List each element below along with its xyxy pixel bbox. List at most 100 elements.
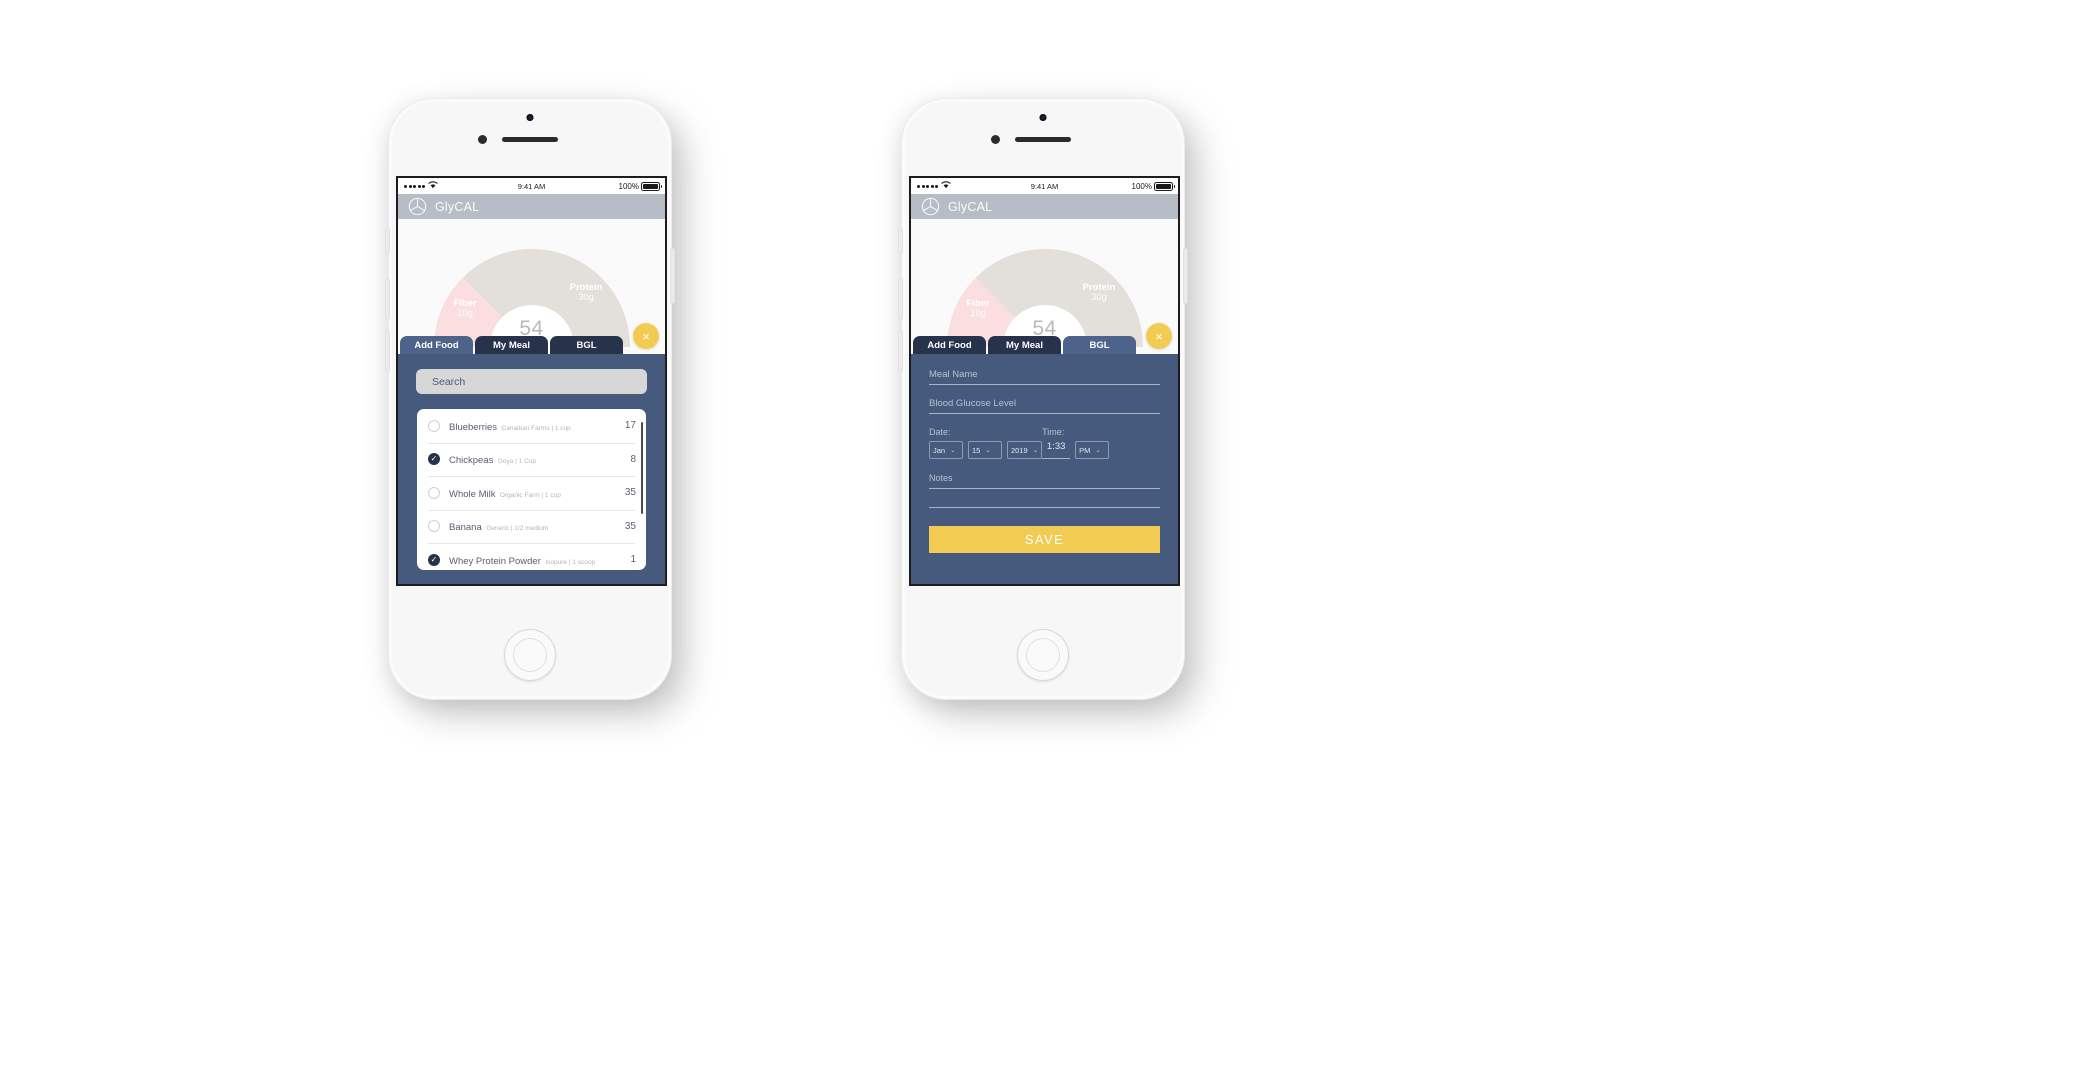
search-input[interactable]: Search xyxy=(416,369,647,394)
meridiem-select[interactable]: PM ⌄ xyxy=(1075,441,1109,459)
status-bar-left: 9:41 AM 100% xyxy=(398,178,665,194)
phone-body-right: 9:41 AM 100% GlyCAL Fiber 10g Protein 30… xyxy=(905,102,1181,696)
tab-my-meal[interactable]: My Meal xyxy=(988,336,1061,354)
notes-underline-2 xyxy=(929,507,1160,508)
front-camera-icon xyxy=(991,135,1000,144)
time-input[interactable]: 1:33 xyxy=(1042,441,1071,459)
food-name: Whole Milk xyxy=(449,488,496,500)
proximity-sensor-icon xyxy=(526,114,534,121)
macro-donut-chart-right: Fiber 10g Protein 30g 54 xyxy=(911,219,1178,354)
food-value: 35 xyxy=(624,487,636,499)
food-brand-serving: Goya | 1 Cup xyxy=(497,458,536,466)
chevron-down-icon: ⌄ xyxy=(1032,447,1039,454)
tab-add-food[interactable]: Add Food xyxy=(400,336,473,354)
notes-label: Notes xyxy=(929,473,953,483)
meridiem-value: PM xyxy=(1079,445,1091,455)
earpiece-speaker xyxy=(1015,137,1071,142)
select-checkbox[interactable] xyxy=(428,419,440,432)
year-select[interactable]: 2019 ⌄ xyxy=(1007,441,1042,459)
meal-name-underline xyxy=(929,384,1160,385)
list-item[interactable]: Whole Milk Organic Farm | 1 cup 35 xyxy=(417,476,646,510)
food-name: Chickpeas xyxy=(449,455,494,467)
notes-underline-1 xyxy=(929,488,1160,489)
battery-percent-label: 100% xyxy=(618,181,639,191)
home-button[interactable] xyxy=(1017,629,1069,681)
power-button[interactable] xyxy=(671,249,674,303)
chevron-down-icon: ⌄ xyxy=(1095,447,1101,454)
glycal-pie-logo-icon xyxy=(408,197,427,216)
food-value: 1 xyxy=(630,554,636,566)
food-name: Banana xyxy=(449,522,482,534)
chevron-down-icon: ⌄ xyxy=(985,447,991,454)
status-bar-battery: 100% xyxy=(618,181,662,191)
food-value: 35 xyxy=(624,520,636,532)
list-item[interactable]: Chickpeas Goya | 1 Cup 8 xyxy=(417,442,646,477)
bottom-panel-left: Add Food My Meal BGL × Search Blueberrie… xyxy=(398,323,665,584)
food-results-list[interactable]: Blueberries Canadian Farms | 1 cup 17 Ch… xyxy=(417,409,646,570)
macro-donut-chart-left: Fiber 10g Protein 30g 54 xyxy=(398,219,665,354)
tab-bar-right: Add Food My Meal BGL × xyxy=(911,323,1178,354)
month-value: Jan xyxy=(933,445,946,455)
meal-name-label: Meal Name xyxy=(929,369,978,380)
phone-mockup-right: 9:41 AM 100% GlyCAL Fiber 10g Protein 30… xyxy=(899,99,1187,699)
list-item[interactable]: Blueberries Canadian Farms | 1 cup 17 xyxy=(417,409,646,443)
date-group: Date: Jan ⌄ 15 ⌄ 2019 ⌄ xyxy=(929,427,1042,459)
date-label: Date: xyxy=(929,427,951,437)
food-brand-serving: Isopure | 1 scoop xyxy=(545,558,596,566)
select-checkbox[interactable] xyxy=(428,453,440,466)
volume-up-button[interactable] xyxy=(899,279,902,319)
food-name: Blueberries xyxy=(449,421,498,433)
phone-mockup-left: 9:41 AM 100% GlyCAL Fiber 10g Protein 30… xyxy=(386,99,674,699)
blood-glucose-field[interactable]: Blood Glucose Level xyxy=(929,398,1160,414)
front-camera-icon xyxy=(478,135,487,144)
glycal-pie-logo-icon xyxy=(921,197,940,216)
app-title-right: GlyCAL xyxy=(948,199,993,214)
close-x-icon[interactable]: × xyxy=(1146,323,1172,349)
home-button[interactable] xyxy=(504,629,556,681)
list-scrollbar[interactable] xyxy=(640,422,643,514)
tab-add-food[interactable]: Add Food xyxy=(913,336,986,354)
proximity-sensor-icon xyxy=(1039,114,1047,121)
food-name: Whey Protein Powder xyxy=(449,555,541,567)
app-screen-right: 9:41 AM 100% GlyCAL Fiber 10g Protein 30… xyxy=(911,178,1178,584)
bgl-form: Meal Name Blood Glucose Level Date: Jan … xyxy=(911,354,1178,553)
tab-my-meal[interactable]: My Meal xyxy=(475,336,548,354)
select-checkbox[interactable] xyxy=(428,553,440,566)
time-label: Time: xyxy=(1042,427,1065,437)
month-select[interactable]: Jan ⌄ xyxy=(929,441,963,459)
earpiece-speaker xyxy=(502,137,558,142)
save-button[interactable]: SAVE xyxy=(929,526,1160,553)
blood-glucose-label: Blood Glucose Level xyxy=(929,398,1017,409)
app-screen-left: 9:41 AM 100% GlyCAL Fiber 10g Protein 30… xyxy=(398,178,665,584)
list-item[interactable]: Banana Generic | 1/2 medium 35 xyxy=(417,509,646,544)
blood-glucose-underline xyxy=(929,413,1160,414)
tab-bgl[interactable]: BGL xyxy=(550,336,623,354)
close-x-icon[interactable]: × xyxy=(633,323,659,349)
status-bar-battery: 100% xyxy=(1131,181,1175,191)
select-checkbox[interactable] xyxy=(428,486,440,499)
notes-field[interactable]: Notes xyxy=(929,473,1160,508)
app-header-right: GlyCAL xyxy=(911,194,1178,219)
battery-percent-label: 100% xyxy=(1131,181,1152,191)
battery-full-icon xyxy=(1155,183,1175,190)
food-brand-serving: Generic | 1/2 medium xyxy=(486,525,549,533)
volume-up-button[interactable] xyxy=(386,279,389,319)
tab-bgl[interactable]: BGL xyxy=(1063,336,1136,354)
time-group: Time: 1:33 PM ⌄ xyxy=(1042,427,1109,459)
mute-switch[interactable] xyxy=(386,229,389,253)
volume-down-button[interactable] xyxy=(899,331,902,371)
list-item[interactable]: Whey Protein Powder Isopure | 1 scoop 1 xyxy=(417,543,646,570)
battery-full-icon xyxy=(642,183,662,190)
meal-name-field[interactable]: Meal Name xyxy=(929,369,1160,385)
year-value: 2019 xyxy=(1011,445,1028,455)
food-brand-serving: Canadian Farms | 1 cup xyxy=(501,424,571,432)
date-time-row: Date: Jan ⌄ 15 ⌄ 2019 ⌄ Time: 1:33 PM ⌄ xyxy=(929,427,1160,459)
select-checkbox[interactable] xyxy=(428,520,440,533)
day-select[interactable]: 15 ⌄ xyxy=(968,441,1002,459)
volume-down-button[interactable] xyxy=(386,331,389,371)
chevron-down-icon: ⌄ xyxy=(950,447,956,454)
day-value: 15 xyxy=(972,445,981,455)
food-brand-serving: Organic Farm | 1 cup xyxy=(499,491,561,499)
power-button[interactable] xyxy=(1184,249,1187,303)
mute-switch[interactable] xyxy=(899,229,902,253)
